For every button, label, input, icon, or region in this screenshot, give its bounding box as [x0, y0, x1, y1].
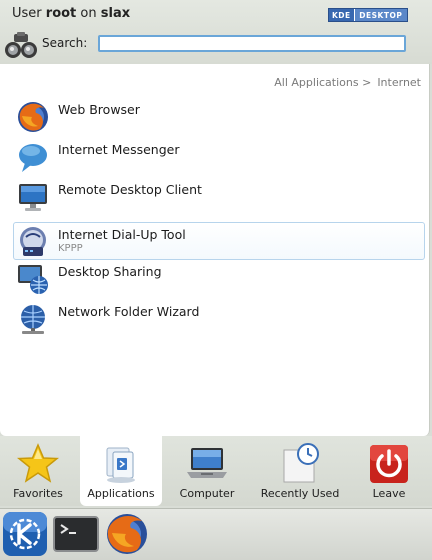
network-globe-icon [16, 302, 50, 336]
tab-label: Applications [87, 487, 155, 500]
clock-document-icon [278, 442, 322, 486]
monitor-icon [16, 180, 50, 214]
user-info: User root on slax [12, 6, 130, 21]
app-name: Web Browser [58, 102, 140, 117]
firefox-icon[interactable] [104, 511, 152, 559]
applications-panel: All Applications > Internet Web Browser … [0, 64, 430, 436]
app-name: Internet Messenger [58, 142, 180, 157]
tab-label: Computer [179, 487, 235, 500]
tab-recently-used[interactable]: Recently Used [252, 436, 348, 506]
kde-menu-icon[interactable] [2, 511, 50, 559]
app-subtitle: KPPP [58, 243, 83, 254]
breadcrumb-all-applications[interactable]: All Applications > [274, 76, 371, 89]
terminal-icon[interactable] [52, 511, 100, 559]
firefox-icon [16, 100, 50, 134]
desktop-sharing-icon [16, 262, 50, 296]
app-name: Desktop Sharing [58, 264, 162, 279]
star-icon [16, 442, 60, 486]
tab-applications[interactable]: Applications [80, 436, 162, 506]
taskbar [0, 508, 432, 560]
applications-icon [99, 442, 143, 486]
tab-leave[interactable]: Leave [354, 436, 424, 506]
binoculars-icon [4, 30, 38, 60]
chat-bubble-icon [16, 140, 50, 174]
host-name: slax [100, 6, 131, 21]
kde-logo-text: KDE [329, 9, 355, 21]
tab-label: Favorites [13, 487, 63, 500]
launcher-tab-bar: Favorites Applications Computer Recently… [0, 436, 432, 506]
desktop-logo-text: DESKTOP [354, 9, 407, 21]
app-name: Network Folder Wizard [58, 304, 200, 319]
tab-label: Recently Used [260, 487, 340, 500]
search-input[interactable] [98, 35, 406, 52]
app-item-remote-desktop-client[interactable]: Remote Desktop Client [14, 178, 426, 214]
laptop-icon [185, 442, 229, 486]
kde-desktop-logo: KDE DESKTOP [328, 8, 408, 22]
breadcrumb-internet[interactable]: Internet [377, 76, 421, 89]
tab-label: Leave [372, 487, 406, 500]
app-item-desktop-sharing[interactable]: Desktop Sharing [14, 260, 426, 296]
user-prefix: User [12, 6, 42, 21]
user-name: root [45, 6, 77, 21]
app-item-internet-messenger[interactable]: Internet Messenger [14, 138, 426, 174]
host-prefix: on [80, 6, 97, 21]
app-item-network-folder-wizard[interactable]: Network Folder Wizard [14, 300, 426, 336]
breadcrumb: All Applications > Internet [274, 76, 421, 89]
app-item-web-browser[interactable]: Web Browser [14, 98, 426, 134]
app-name: Remote Desktop Client [58, 182, 202, 197]
app-name: Internet Dial-Up Tool [58, 227, 186, 242]
launcher-header: User root on slax KDE DESKTOP Search: [0, 0, 432, 64]
dialup-icon [16, 225, 50, 259]
tab-favorites[interactable]: Favorites [0, 436, 76, 506]
tab-computer[interactable]: Computer [166, 436, 248, 506]
power-icon [367, 442, 411, 486]
app-item-internet-dial-up-tool[interactable]: Internet Dial-Up Tool KPPP [13, 222, 425, 260]
search-label: Search: [42, 36, 88, 50]
